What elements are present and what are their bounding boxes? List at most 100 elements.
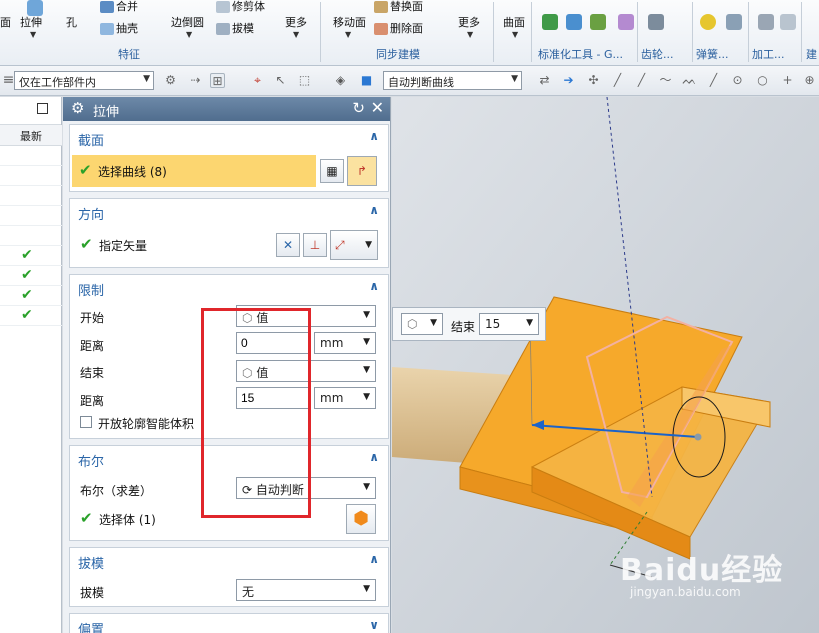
cube-icon[interactable]: ■ bbox=[359, 73, 374, 88]
box-select-icon[interactable]: ⬚ bbox=[297, 73, 312, 88]
limits-header[interactable]: 限制 ∧ bbox=[70, 275, 388, 301]
unite-command[interactable]: 合并 bbox=[100, 0, 138, 14]
plus-icon[interactable]: + bbox=[780, 73, 795, 88]
navigator-column-header: 最新 bbox=[0, 125, 62, 146]
replace-face-command[interactable]: 替换面 bbox=[374, 0, 423, 14]
face-command[interactable]: 面 bbox=[0, 14, 11, 30]
extrude-command[interactable]: 拉伸 bbox=[20, 14, 42, 30]
target-icon[interactable]: ⊕ bbox=[802, 73, 817, 88]
selection-scope-value: 仅在工作部件内 bbox=[19, 76, 96, 89]
edge-blend-command[interactable]: 边倒圆 bbox=[171, 14, 204, 30]
fastener-icon[interactable] bbox=[566, 14, 582, 30]
spring-icon[interactable] bbox=[700, 14, 716, 30]
surface-command[interactable]: 曲面 bbox=[503, 14, 525, 30]
more-command-2[interactable]: 更多 bbox=[458, 14, 480, 30]
gear-icon[interactable]: ⚙ bbox=[71, 99, 84, 117]
chevron-up-icon[interactable]: ∧ bbox=[369, 203, 379, 217]
body-icon[interactable]: ⬢ bbox=[346, 504, 376, 534]
draft-type-dropdown[interactable]: 无 ▼ bbox=[236, 579, 376, 601]
pointer-icon[interactable]: ↖ bbox=[273, 73, 288, 88]
circle-icon[interactable]: ⊙ bbox=[730, 73, 745, 88]
start-unit-dropdown[interactable]: mm ▼ bbox=[314, 332, 376, 354]
library-icon[interactable] bbox=[618, 14, 634, 30]
trim-body-command[interactable]: 修剪体 bbox=[216, 0, 265, 14]
circle-2-icon[interactable]: ○ bbox=[755, 73, 770, 88]
section-header[interactable]: 截面 ∧ bbox=[70, 125, 388, 151]
reset-icon[interactable]: ↻ bbox=[352, 99, 365, 117]
limits-title: 限制 bbox=[78, 284, 105, 299]
chevron-down-icon: ▼ bbox=[363, 584, 370, 594]
shell-command[interactable]: 抽壳 bbox=[100, 20, 138, 36]
chevron-down-icon: ▼ bbox=[186, 30, 193, 39]
chevron-up-icon[interactable]: ∧ bbox=[369, 129, 379, 143]
list-item[interactable] bbox=[0, 206, 62, 226]
machining-tool-icon[interactable] bbox=[780, 14, 796, 30]
chevron-down-icon: ▼ bbox=[363, 392, 370, 402]
close-icon[interactable]: ✕ bbox=[371, 98, 384, 117]
list-item[interactable] bbox=[0, 226, 62, 246]
crosshair-icon[interactable]: ⌖ bbox=[250, 73, 265, 88]
curve-icon[interactable]: 〜 bbox=[658, 73, 673, 88]
draft-header[interactable]: 拔模 ∧ bbox=[70, 548, 388, 574]
line-icon[interactable]: ╱ bbox=[610, 73, 625, 88]
vector-type-dropdown[interactable]: ⤢ ▼ bbox=[330, 230, 378, 260]
draft-command[interactable]: 拔模 bbox=[216, 20, 254, 36]
limit-type-dropdown[interactable]: ⬡ ▼ bbox=[401, 313, 443, 335]
chevron-up-icon[interactable]: ∧ bbox=[369, 279, 379, 293]
vector-dialog-icon[interactable]: ⊥ bbox=[303, 233, 327, 257]
unite-icon bbox=[100, 1, 114, 13]
list-item[interactable] bbox=[0, 166, 62, 186]
check-icon: ✔ bbox=[21, 247, 33, 263]
chevron-down-icon: ▼ bbox=[511, 74, 518, 84]
maximize-icon[interactable] bbox=[37, 103, 48, 114]
list-item[interactable]: ✔ bbox=[0, 306, 62, 326]
hole-command[interactable]: 孔 bbox=[66, 14, 77, 30]
direction-title: 方向 bbox=[78, 208, 105, 223]
chevron-up-icon[interactable]: ∧ bbox=[369, 552, 379, 566]
line-2-icon[interactable]: ╱ bbox=[634, 73, 649, 88]
draft-label: 拔模 bbox=[80, 586, 105, 600]
gear-tool-icon[interactable] bbox=[648, 14, 664, 30]
bearing-icon[interactable] bbox=[590, 14, 606, 30]
curve-rule-value: 自动判断曲线 bbox=[388, 76, 454, 89]
check-icon: ✔ bbox=[21, 267, 33, 283]
spring-tool-icon[interactable] bbox=[726, 14, 742, 30]
chevron-up-icon[interactable]: ∧ bbox=[369, 450, 379, 464]
direction-header[interactable]: 方向 ∧ bbox=[70, 199, 388, 225]
chevron-down-icon: ▼ bbox=[293, 30, 300, 39]
chevron-down-icon: ▼ bbox=[365, 240, 372, 250]
list-item[interactable]: ✔ bbox=[0, 286, 62, 306]
select-curve-row[interactable]: ✔ 选择曲线 (8) bbox=[72, 155, 316, 187]
check-icon: ✔ bbox=[79, 161, 92, 179]
section-title: 截面 bbox=[78, 134, 105, 149]
machining-icon[interactable] bbox=[758, 14, 774, 30]
filter-icon[interactable]: ⚙ bbox=[163, 73, 178, 88]
spline-icon[interactable]: ᨓ bbox=[682, 73, 697, 88]
snap-icon[interactable]: ⇢ bbox=[188, 73, 203, 88]
connect-icon[interactable]: ⇄ bbox=[537, 73, 552, 88]
curve-icon[interactable]: ↱ bbox=[347, 156, 377, 186]
delete-face-command[interactable]: 删除面 bbox=[374, 20, 423, 36]
draft-type-value: 无 bbox=[242, 585, 255, 599]
solid-icon[interactable]: ◈ bbox=[333, 73, 348, 88]
float-end-value-dropdown[interactable]: 15 ▼ bbox=[479, 313, 539, 335]
end-unit-dropdown[interactable]: mm ▼ bbox=[314, 387, 376, 409]
move-face-command[interactable]: 移动面 bbox=[333, 14, 366, 30]
list-item[interactable]: ✔ bbox=[0, 246, 62, 266]
list-item[interactable] bbox=[0, 186, 62, 206]
select-tool-icon[interactable]: ⊞ bbox=[210, 73, 225, 88]
arrow-right-icon[interactable]: ➔ bbox=[561, 73, 576, 88]
open-profile-checkbox[interactable] bbox=[80, 416, 92, 428]
list-item[interactable]: ✔ bbox=[0, 266, 62, 286]
selection-scope-dropdown[interactable]: 仅在工作部件内 ▼ bbox=[14, 71, 154, 90]
list-item[interactable] bbox=[0, 146, 62, 166]
more-command[interactable]: 更多 bbox=[285, 14, 307, 30]
offset-header[interactable]: 偏置 ∨ bbox=[70, 614, 388, 633]
sketch-section-icon[interactable]: ▦ bbox=[320, 159, 344, 183]
curve-rule-dropdown[interactable]: 自动判断曲线 ▼ bbox=[383, 71, 522, 90]
chevron-down-icon[interactable]: ∨ bbox=[369, 618, 379, 632]
standard-part-icon[interactable] bbox=[542, 14, 558, 30]
line-3-icon[interactable]: ╱ bbox=[706, 73, 721, 88]
point-icon[interactable]: ✣ bbox=[586, 73, 601, 88]
reverse-direction-icon[interactable]: ✕ bbox=[276, 233, 300, 257]
